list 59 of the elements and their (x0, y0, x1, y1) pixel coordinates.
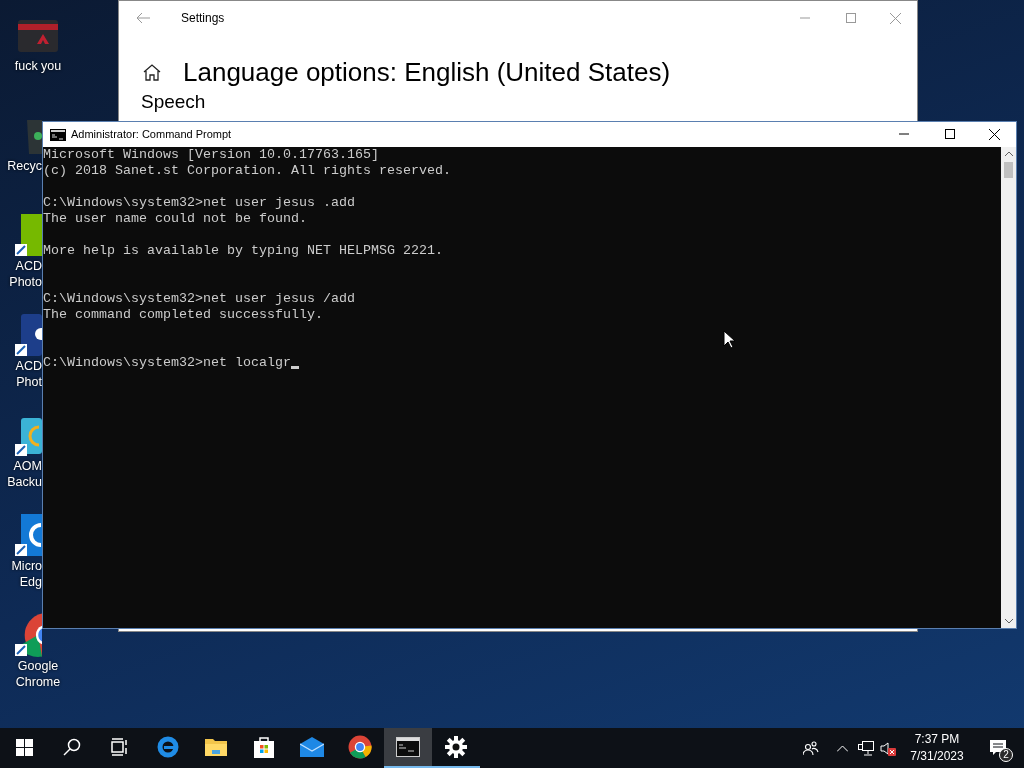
icon-label: Recyc (7, 158, 42, 174)
icon-label: Edg (19, 574, 42, 590)
console-line: The user name could not be found. (43, 211, 307, 227)
section-heading: Speech (141, 90, 207, 114)
notification-button[interactable]: 2 (978, 728, 1018, 768)
icon-label: Photo (9, 274, 42, 290)
console-line: More help is available by typing NET HELPMSG 2221. (43, 243, 443, 259)
camera-app-icon (15, 312, 42, 358)
app-icon (15, 212, 42, 258)
recycle-bin-icon (27, 120, 42, 154)
folder-icon (204, 736, 228, 758)
taskbar-button[interactable] (384, 728, 432, 768)
home-icon[interactable] (143, 63, 161, 81)
gear-icon (445, 736, 467, 758)
edge-icon (157, 736, 179, 758)
icon-label: Phot (16, 374, 42, 390)
text-cursor (290, 366, 299, 369)
console-line: Microsoft Windows [Version 10.0.17763.165] (43, 147, 379, 163)
console-line: (c) 2018 Sanet.st Corporation. All rights reserved. (43, 163, 451, 179)
icon-label: AOM (13, 458, 42, 474)
windows-logo-icon (15, 738, 33, 756)
maximize-icon[interactable] (945, 129, 955, 139)
window-title: Administrator: Command Prompt (71, 127, 232, 143)
back-arrow-icon (136, 12, 150, 24)
icon-label: ACD (15, 258, 42, 274)
chrome-icon (15, 612, 42, 658)
clock-date[interactable]: 7/31/2023 (910, 748, 964, 765)
scroll-up-icon[interactable] (1004, 151, 1013, 156)
chrome-icon (348, 735, 372, 759)
clock-time[interactable]: 7:37 PM (914, 731, 960, 748)
console-line: C:\Windows\system32>net user jesus .add (43, 195, 355, 211)
notification-count: 2 (999, 748, 1013, 762)
chevron-up-icon[interactable] (837, 744, 848, 752)
task-view-icon (111, 738, 129, 756)
network-icon[interactable] (858, 740, 874, 756)
console-line: C:\Windows\system32>net localgr (43, 355, 291, 371)
icon-label: fuck you (14, 58, 62, 74)
window-title: Settings (181, 10, 225, 27)
icon-label: Backu (7, 474, 42, 490)
terminal-icon (396, 737, 420, 757)
mouse-pointer-icon (723, 330, 735, 349)
icon-label: Micro (11, 558, 42, 574)
scroll-thumb[interactable] (1004, 162, 1013, 178)
console-line: The command completed successfully. (43, 307, 323, 323)
edge-icon (15, 512, 42, 558)
console-line: C:\Windows\system32>net user jesus /add (43, 291, 355, 307)
icon-label: Google (17, 658, 59, 674)
envelope-icon (300, 737, 324, 757)
scrollbar[interactable] (1001, 147, 1016, 628)
scroll-down-icon[interactable] (1004, 619, 1013, 624)
icon-label: ACD (15, 358, 42, 374)
muted-speaker-icon[interactable] (880, 740, 896, 756)
page-heading: Language options: English (United States) (183, 56, 671, 89)
people-icon[interactable] (803, 741, 819, 755)
terminal-icon (50, 128, 66, 141)
close-icon[interactable] (989, 129, 1000, 140)
icon-label: Chrome (15, 674, 61, 690)
shopping-bag-icon (253, 735, 275, 759)
search-icon (63, 738, 81, 756)
